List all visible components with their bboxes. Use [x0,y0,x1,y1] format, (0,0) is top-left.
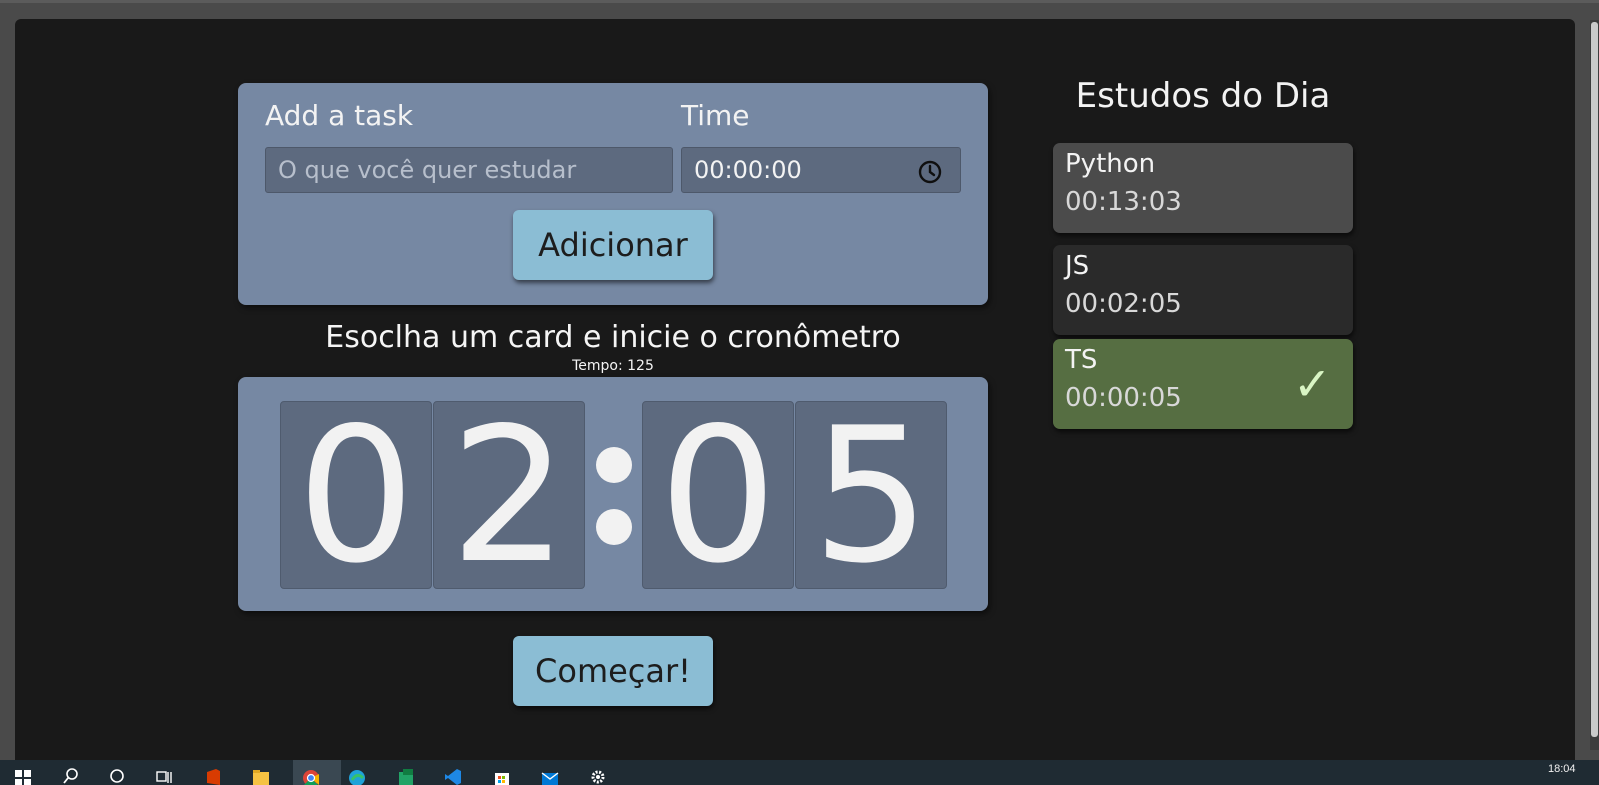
study-list-title: Estudos do Dia [1075,76,1331,116]
card-time: 00:00:05 [1065,383,1182,413]
settings-gear-icon[interactable] [589,766,607,785]
file-explorer-icon[interactable] [252,766,270,785]
minutes-tens-digit: 0 [280,401,432,589]
seconds-ones-digit: 5 [795,401,947,589]
seconds-tens-digit: 0 [642,401,794,589]
timer-heading: Esoclha um card e inicie o cronômetro [325,320,901,355]
card-name: TS [1065,345,1098,375]
check-icon: ✓ [1293,357,1332,411]
add-button[interactable]: Adicionar [513,210,713,280]
chrome-icon[interactable] [301,766,321,785]
minutes-ones-digit: 2 [433,401,585,589]
add-task-form: Add a task Time Adicionar [238,83,988,305]
scrollbar-thumb[interactable] [1591,22,1598,737]
green-app-icon[interactable] [397,766,415,785]
vscode-icon[interactable] [444,766,462,785]
cortana-icon[interactable] [108,766,126,785]
office-icon[interactable] [204,766,222,785]
card-name: JS [1065,251,1090,281]
window-top-strip [0,0,1599,3]
card-time: 00:13:03 [1065,187,1182,217]
task-view-icon[interactable] [155,766,173,785]
windows-taskbar: 18:04 [0,760,1599,785]
clock-icon[interactable] [917,159,943,185]
mail-icon[interactable] [541,766,559,785]
study-card-js[interactable]: JS 00:02:05 [1053,245,1353,335]
store-icon[interactable] [493,766,511,785]
start-button[interactable]: Começar! [513,636,713,706]
taskbar-clock[interactable]: 18:04 [1548,763,1576,775]
search-icon[interactable] [62,766,80,785]
edge-icon[interactable] [348,766,366,785]
study-card-python[interactable]: Python 00:13:03 [1053,143,1353,233]
page-scrollbar[interactable] [1590,20,1599,750]
study-card-ts[interactable]: TS 00:00:05 ✓ [1053,339,1353,429]
time-label: Time [681,99,750,132]
stopwatch-display: 0 2 0 5 [238,377,988,611]
task-input[interactable] [265,147,673,193]
colon-dot-top [596,447,632,483]
tempo-readout: Tempo: 125 [572,358,654,374]
task-label: Add a task [265,99,414,132]
windows-start-icon[interactable] [14,766,32,785]
colon-dot-bottom [596,509,632,545]
card-name: Python [1065,149,1156,179]
card-time: 00:02:05 [1065,289,1182,319]
